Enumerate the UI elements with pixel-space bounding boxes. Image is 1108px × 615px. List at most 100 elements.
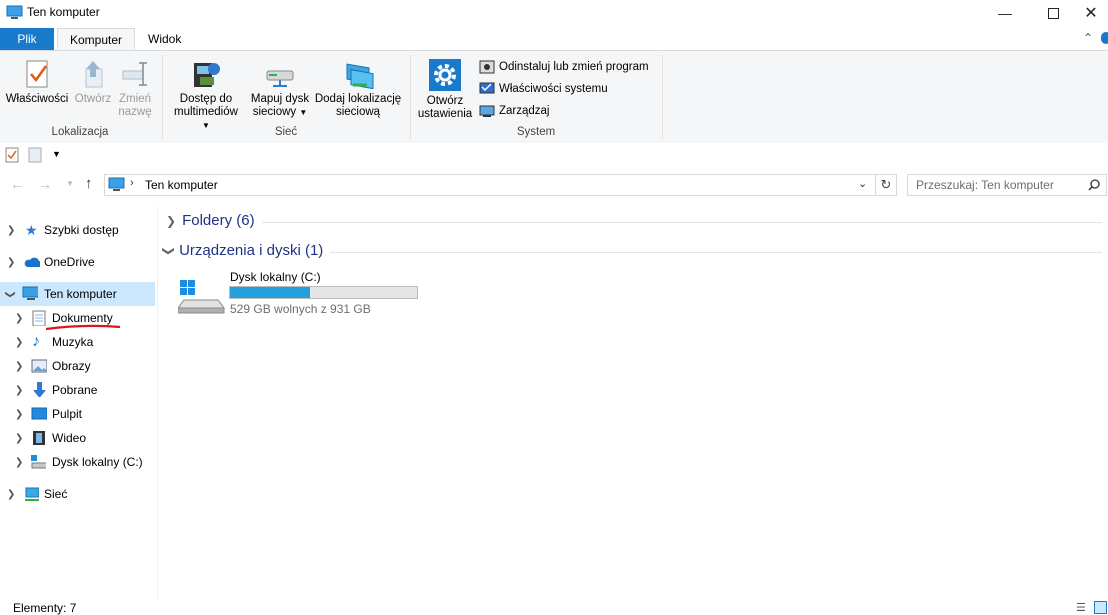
breadcrumb[interactable]: Ten komputer — [145, 178, 218, 192]
properties-icon — [26, 60, 48, 88]
computer-icon — [6, 5, 23, 19]
properties-button[interactable]: Właściwości — [4, 59, 70, 106]
uninstall-program-button[interactable]: Odinstaluj lub zmień program — [479, 57, 649, 77]
navigation-pane: ❯ ★ Szybki dostęp ❯ OneDrive ❯ Ten kompu… — [0, 206, 158, 600]
folders-group-header[interactable]: ❯ Foldery (6) — [166, 212, 255, 229]
manage-button[interactable]: Zarządzaj — [479, 101, 550, 121]
settings-label-2: ustawienia — [417, 108, 473, 120]
map-network-drive-button[interactable]: Mapuj dysk sieciowy ▼ — [246, 59, 314, 119]
media-label-1: Dostęp do — [179, 93, 233, 105]
collapse-chevron-icon[interactable]: ❯ — [5, 290, 16, 298]
network-drive-icon — [266, 70, 294, 87]
nav-label: Wideo — [52, 431, 87, 445]
up-arrow-icon[interactable]: ↑ — [85, 175, 93, 192]
nav-item-onedrive[interactable]: ❯ OneDrive — [0, 250, 155, 274]
status-bar: Elementy: 7 ☰ — [0, 600, 1108, 615]
star-icon: ★ — [25, 222, 38, 238]
manage-icon — [479, 105, 495, 117]
computer-icon — [108, 177, 125, 191]
properties-small-icon[interactable] — [5, 147, 19, 163]
network-icon — [25, 487, 39, 501]
devices-group-header[interactable]: ❯ Urządzenia i dyski (1) — [162, 242, 324, 259]
manage-label: Zarządzaj — [499, 105, 550, 117]
open-settings-button[interactable]: Otwórz ustawienia — [414, 59, 476, 121]
media-access-button[interactable]: Dostęp do multimediów ▼ — [172, 59, 240, 132]
expand-chevron-icon[interactable]: ❯ — [15, 433, 23, 444]
large-icons-view-icon[interactable] — [1094, 601, 1107, 614]
download-arrow-icon — [33, 382, 46, 397]
minimize-button[interactable]: — — [982, 0, 1028, 26]
uninstall-label: Odinstaluj lub zmień program — [499, 61, 649, 73]
rename-label-1: Zmień — [119, 93, 151, 105]
expand-chevron-icon[interactable]: ❯ — [15, 457, 23, 468]
tab-widok[interactable]: Widok — [136, 28, 193, 51]
close-icon: ✕ — [1084, 5, 1098, 22]
nav-item-music[interactable]: ❯ ♪ Muzyka — [0, 330, 155, 354]
drive-tile-local-disk[interactable]: Dysk lokalny (C:) 529 GB wolnych z 931 G… — [176, 266, 426, 318]
computer-icon — [22, 286, 38, 300]
expand-chevron-icon[interactable]: ❯ — [15, 361, 23, 372]
nav-item-this-pc[interactable]: ❯ Ten komputer — [0, 282, 155, 306]
expand-chevron-icon[interactable]: ❯ — [7, 257, 15, 268]
forward-arrow-icon[interactable]: → — [38, 176, 52, 192]
music-note-icon: ♪ — [32, 333, 40, 350]
tab-komputer[interactable]: Komputer — [57, 28, 136, 52]
expand-chevron-icon[interactable]: ❯ — [7, 489, 15, 500]
back-arrow-icon[interactable]: ← — [10, 176, 24, 192]
media-label-2: multimediów — [174, 106, 238, 118]
customize-qat-icon[interactable]: ▼ — [52, 149, 61, 159]
tab-plik[interactable]: Plik — [0, 28, 54, 51]
help-icon[interactable] — [1101, 32, 1108, 44]
media-icon — [194, 63, 220, 87]
pictures-icon — [31, 359, 47, 373]
gear-icon — [429, 59, 461, 91]
add-location-label-2: sieciową — [335, 106, 381, 118]
details-view-icon[interactable]: ☰ — [1076, 601, 1086, 614]
film-icon — [33, 431, 45, 445]
nav-item-local-disk[interactable]: ❯ Dysk lokalny (C:) — [0, 450, 155, 474]
map-label-1: Mapuj dysk — [250, 93, 310, 105]
search-input[interactable]: Przeszukaj: Ten komputer — [907, 174, 1107, 196]
collapse-chevron-icon: ❯ — [162, 245, 177, 256]
group-label-lokalizacja: Lokalizacja — [51, 126, 109, 138]
close-button[interactable]: ✕ — [1068, 0, 1108, 26]
address-dropdown-icon[interactable]: ⌄ — [858, 177, 867, 190]
nav-item-quick-access[interactable]: ❯ ★ Szybki dostęp — [0, 218, 155, 242]
cloud-icon — [24, 257, 40, 267]
title-bar: Ten komputer — ✕ — [0, 0, 1108, 26]
system-properties-button[interactable]: Właściwości systemu — [479, 79, 608, 99]
maximize-icon — [1047, 7, 1059, 19]
collapse-ribbon-icon[interactable]: ⌃ — [1083, 31, 1093, 45]
nav-label: Dysk lokalny (C:) — [52, 455, 143, 469]
nav-item-network[interactable]: ❯ Sieć — [0, 482, 155, 506]
nav-label: Szybki dostęp — [44, 223, 119, 237]
add-network-location-button[interactable]: Dodaj lokalizację sieciową — [312, 59, 404, 119]
properties-label: Właściwości — [5, 93, 69, 105]
nav-item-downloads[interactable]: ❯ Pobrane — [0, 378, 155, 402]
expand-chevron-icon[interactable]: ❯ — [7, 225, 15, 236]
ribbon-separator — [662, 55, 663, 139]
nav-item-desktop[interactable]: ❯ Pulpit — [0, 402, 155, 426]
new-folder-small-icon[interactable] — [28, 147, 42, 163]
rename-button[interactable]: Zmień nazwę — [116, 59, 154, 119]
address-bar[interactable]: › Ten komputer ⌄ — [104, 174, 876, 196]
recent-locations-icon[interactable]: ▼ — [66, 179, 74, 188]
open-button[interactable]: Otwórz — [72, 59, 114, 106]
devices-header-label: Urządzenia i dyski (1) — [179, 242, 324, 259]
nav-label: Obrazy — [52, 359, 91, 373]
nav-item-videos[interactable]: ❯ Wideo — [0, 426, 155, 450]
expand-chevron-icon[interactable]: ❯ — [15, 337, 23, 348]
dropdown-arrow-icon: ▼ — [299, 108, 308, 117]
expand-chevron-icon[interactable]: ❯ — [15, 313, 23, 324]
drive-usage-bar — [229, 286, 418, 299]
group-label-system: System — [516, 126, 556, 138]
refresh-icon: ↻ — [880, 177, 892, 192]
nav-item-pictures[interactable]: ❯ Obrazy — [0, 354, 155, 378]
quick-access-toolbar: ▼ — [0, 143, 1108, 167]
rename-icon — [122, 62, 147, 86]
drive-name: Dysk lokalny (C:) — [230, 270, 321, 284]
add-location-label-1: Dodaj lokalizację — [314, 93, 402, 105]
expand-chevron-icon[interactable]: ❯ — [15, 409, 23, 420]
refresh-button[interactable]: ↻ — [875, 174, 897, 196]
expand-chevron-icon[interactable]: ❯ — [15, 385, 23, 396]
